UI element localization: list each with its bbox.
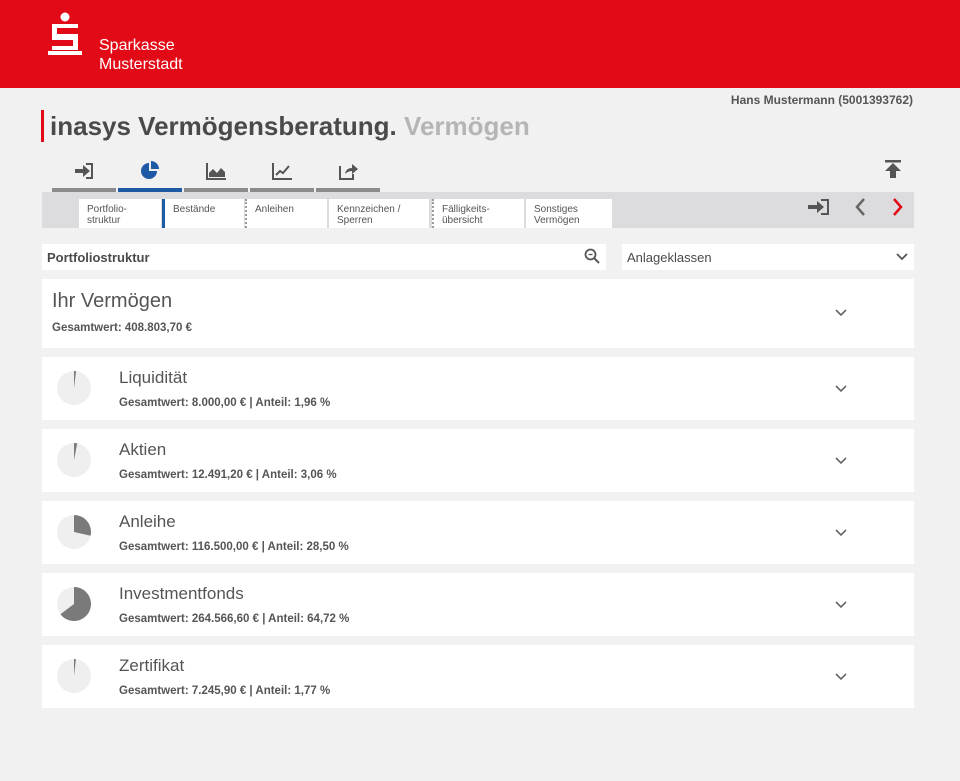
tab-line-chart[interactable] <box>250 156 314 192</box>
asset-details: Gesamtwert: 12.491,20 € | Anteil: 3,06 % <box>119 469 337 481</box>
upload-icon[interactable] <box>882 158 904 180</box>
asset-name: Liquidität <box>119 368 188 387</box>
subtab-holdings[interactable]: Bestände <box>162 199 244 228</box>
subtab-label: Portfolio- struktur <box>87 204 128 226</box>
share-pie-chart <box>57 587 91 621</box>
search-label: Portfoliostruktur <box>47 250 150 265</box>
share-icon <box>339 164 358 180</box>
total-assets-value: Gesamtwert: 408.803,70 € <box>52 322 193 334</box>
chevron-down-icon <box>896 253 908 261</box>
app-header: Sparkasse Musterstadt <box>0 0 960 88</box>
asset-details: Gesamtwert: 8.000,00 € | Anteil: 1,96 % <box>119 397 331 409</box>
share-pie-chart <box>57 515 91 549</box>
asset-card-bonds[interactable]: Anleihe Gesamtwert: 116.500,00 € | Antei… <box>42 501 914 564</box>
subtab-label: Kennzeichen / Sperren <box>337 204 401 226</box>
subtab-portfolio-structure[interactable]: Portfolio- struktur <box>79 199 161 228</box>
subtab-bonds[interactable]: Anleihen <box>245 199 327 228</box>
portfolio-search-bar[interactable]: Portfoliostruktur <box>42 244 606 270</box>
chevron-down-icon[interactable] <box>835 308 847 317</box>
chevron-down-icon[interactable] <box>835 456 847 465</box>
page-title-sub: Vermögen <box>404 111 530 141</box>
total-assets-title: Ihr Vermögen <box>52 290 173 312</box>
asset-card-stocks[interactable]: Aktien Gesamtwert: 12.491,20 € | Anteil:… <box>42 429 914 492</box>
asset-card-investment-funds[interactable]: Investmentfonds Gesamtwert: 264.566,60 €… <box>42 573 914 636</box>
search-icon[interactable] <box>584 248 600 264</box>
user-name: Hans Mustermann (5001393762) <box>730 93 913 107</box>
area-chart-icon <box>206 163 226 180</box>
subtab-other-assets[interactable]: Sonstiges Vermögen <box>526 199 612 228</box>
asset-name: Zertifikat <box>119 656 185 675</box>
asset-card-certificates[interactable]: Zertifikat Gesamtwert: 7.245,90 € | Ante… <box>42 645 914 708</box>
title-accent-bar <box>41 110 44 142</box>
share-pie-chart <box>57 371 91 405</box>
sub-navigation: Portfolio- struktur Bestände Anleihen Ke… <box>42 192 914 228</box>
pie-chart-icon <box>141 161 159 179</box>
brand-name: Sparkasse Musterstadt <box>99 36 183 74</box>
tab-portfolio-structure[interactable] <box>118 156 182 192</box>
asset-name: Aktien <box>119 440 167 459</box>
select-value: Anlageklassen <box>627 250 712 265</box>
sparkasse-logo-icon <box>48 12 82 55</box>
brand-line-2: Musterstadt <box>99 56 183 73</box>
login-arrow-icon[interactable] <box>807 196 831 218</box>
asset-details: Gesamtwert: 116.500,00 € | Anteil: 28,50… <box>119 541 349 553</box>
asset-details: Gesamtwert: 7.245,90 € | Anteil: 1,77 % <box>119 685 331 697</box>
chevron-left-icon[interactable] <box>849 196 873 218</box>
chevron-down-icon[interactable] <box>835 384 847 393</box>
brand-line-1: Sparkasse <box>99 37 175 54</box>
share-pie-chart <box>57 443 91 477</box>
share-pie-chart <box>57 659 91 693</box>
asset-class-select[interactable]: Anlageklassen <box>622 244 914 270</box>
page-title-main: inasys Vermögensberatung. <box>50 111 397 141</box>
subtab-flags-locks[interactable]: Kennzeichen / Sperren <box>329 199 429 228</box>
line-chart-icon <box>272 163 292 180</box>
tab-login[interactable] <box>52 156 116 192</box>
tab-area-chart[interactable] <box>184 156 248 192</box>
page-title: inasys Vermögensberatung. Vermögen <box>50 110 530 142</box>
tab-share[interactable] <box>316 156 380 192</box>
chevron-down-icon[interactable] <box>835 528 847 537</box>
chevron-down-icon[interactable] <box>835 672 847 681</box>
chevron-down-icon[interactable] <box>835 600 847 609</box>
asset-name: Anleihe <box>119 512 176 531</box>
asset-details: Gesamtwert: 264.566,60 € | Anteil: 64,72… <box>119 613 350 625</box>
subtab-label: Sonstiges Vermögen <box>534 204 580 226</box>
subtab-label: Bestände <box>173 204 216 215</box>
chevron-right-icon[interactable] <box>885 196 909 218</box>
total-assets-card[interactable]: Ihr Vermögen Gesamtwert: 408.803,70 € <box>42 279 914 348</box>
subtab-maturity-overview[interactable]: Fälligkeits- übersicht <box>432 199 524 228</box>
subtab-label: Anleihen <box>255 204 294 215</box>
login-arrow-icon <box>75 163 93 179</box>
asset-card-liquidity[interactable]: Liquidität Gesamtwert: 8.000,00 € | Ante… <box>42 357 914 420</box>
subtab-label: Fälligkeits- übersicht <box>442 204 490 226</box>
asset-name: Investmentfonds <box>119 584 244 603</box>
